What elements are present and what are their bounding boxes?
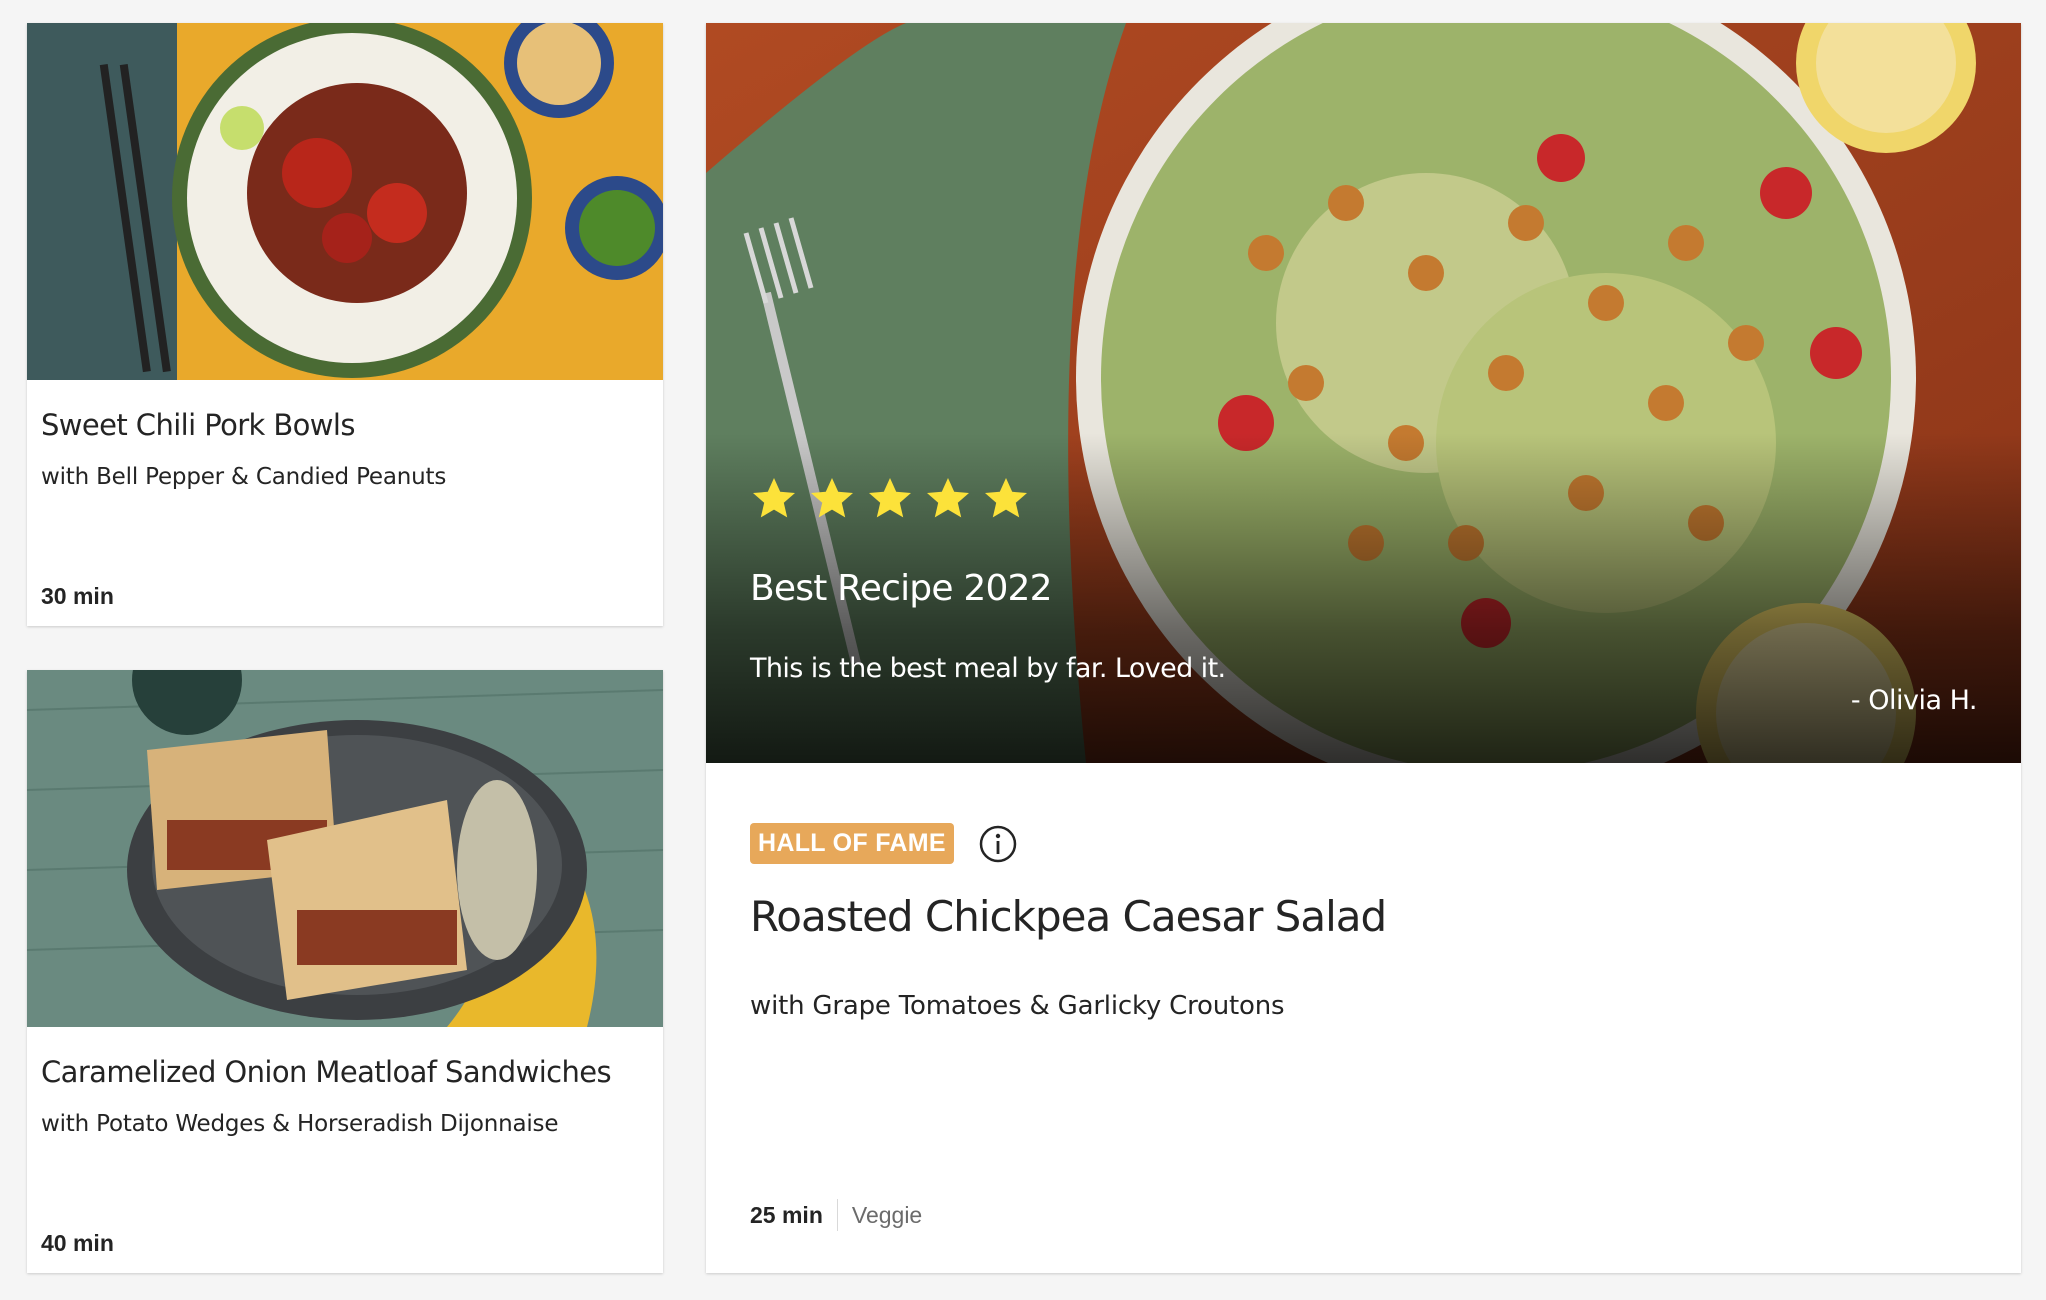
recipe-tag: Veggie xyxy=(851,1201,923,1228)
recipe-image-pork-bowl[interactable] xyxy=(27,23,663,380)
recipe-image-caesar-salad[interactable]: Best Recipe 2022 This is the best meal b… xyxy=(706,23,2021,763)
badge-row: HALL OF FAME xyxy=(750,823,1977,864)
star-icon xyxy=(985,478,1027,518)
recipe-title[interactable]: Caramelized Onion Meatloaf Sandwiches xyxy=(41,1055,649,1089)
recipe-card-body: Sweet Chili Pork Bowls with Bell Pepper … xyxy=(27,380,663,626)
recipe-subtitle: with Potato Wedges & Horseradish Dijonna… xyxy=(41,1111,559,1137)
hall-of-fame-badge: HALL OF FAME xyxy=(750,823,954,864)
recipe-subtitle: with Grape Tomatoes & Garlicky Croutons xyxy=(750,991,1285,1021)
featured-card-body: HALL OF FAME Roasted Chickpea Caesar Sal… xyxy=(706,763,2021,1273)
review-author: - Olivia H. xyxy=(1850,685,1978,716)
recipe-meta: 25 min Veggie xyxy=(750,1199,922,1231)
recipe-title[interactable]: Sweet Chili Pork Bowls xyxy=(41,408,649,442)
star-icon xyxy=(753,478,795,518)
info-icon[interactable] xyxy=(978,824,1018,864)
meta-divider xyxy=(836,1199,838,1231)
review-title: Best Recipe 2022 xyxy=(750,568,1053,609)
recipe-time: 40 min xyxy=(41,1230,114,1256)
recipe-time: 30 min xyxy=(41,583,114,609)
recipe-title[interactable]: Roasted Chickpea Caesar Salad xyxy=(750,892,1977,941)
featured-recipe-card[interactable]: Best Recipe 2022 This is the best meal b… xyxy=(706,23,2021,1273)
recipe-card-sweet-chili-pork-bowls[interactable]: Sweet Chili Pork Bowls with Bell Pepper … xyxy=(27,23,663,626)
recipe-grid: Sweet Chili Pork Bowls with Bell Pepper … xyxy=(0,0,2046,1300)
star-icon xyxy=(811,478,853,518)
recipe-image-meatloaf-sandwich[interactable] xyxy=(27,670,663,1027)
recipe-time: 25 min xyxy=(750,1201,823,1228)
star-icon xyxy=(927,478,969,518)
rating-stars xyxy=(750,475,1030,523)
recipe-card-meatloaf-sandwiches[interactable]: Caramelized Onion Meatloaf Sandwiches wi… xyxy=(27,670,663,1273)
star-icon xyxy=(869,478,911,518)
recipe-subtitle: with Bell Pepper & Candied Peanuts xyxy=(41,464,447,490)
recipe-card-body: Caramelized Onion Meatloaf Sandwiches wi… xyxy=(27,1027,663,1273)
review-text: This is the best meal by far. Loved it. xyxy=(750,653,1226,684)
